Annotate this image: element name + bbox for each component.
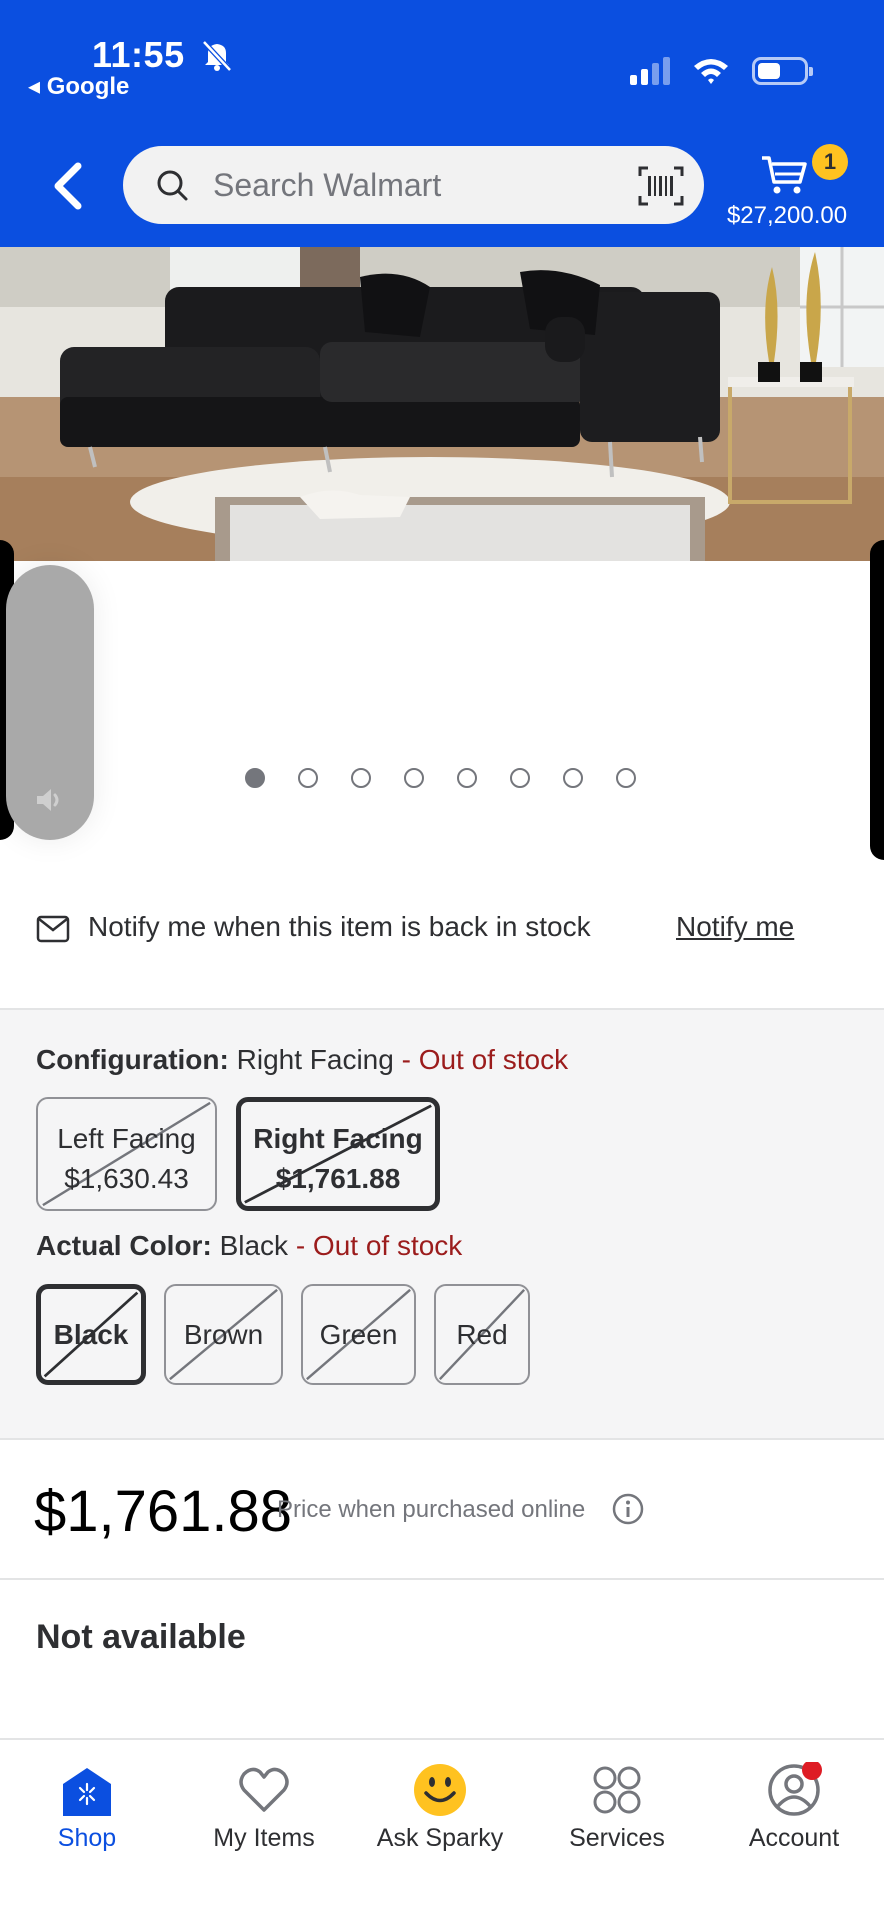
configuration-label-row: Configuration: Right Facing - Out of sto… [36,1044,568,1076]
config-option-left-facing[interactable]: Left Facing $1,630.43 [36,1097,217,1211]
nav-ask-sparky[interactable]: Ask Sparky [360,1762,520,1862]
nav-shop[interactable]: Shop [7,1762,167,1862]
nav-account[interactable]: Account [714,1762,874,1862]
color-option-brown[interactable]: Brown [164,1284,283,1385]
shop-icon [63,1768,111,1816]
barcode-scan-icon[interactable] [638,166,684,206]
status-icons [630,56,813,86]
cart-total: $27,200.00 [726,202,848,229]
color-option-label: Red [456,1319,508,1350]
nav-services[interactable]: Services [537,1762,697,1862]
carousel-dots [245,768,636,788]
color-option-green[interactable]: Green [301,1284,416,1385]
variant-selector: Configuration: Right Facing - Out of sto… [0,1010,884,1440]
carousel-area [0,561,884,861]
sofa-photo [0,247,884,561]
carousel-dot[interactable] [457,768,477,788]
wifi-icon [694,59,728,84]
price-row: $1,761.88 Price when purchased online [0,1440,884,1580]
bell-off-icon [202,40,232,72]
sparky-icon [414,1764,466,1816]
nav-label: Ask Sparky [376,1824,504,1852]
color-option-black[interactable]: Black [36,1284,146,1385]
app-header: 11:55 ◂ Google Search Walmart 1 $27,200.… [0,0,884,247]
back-arrow-icon[interactable] [48,160,88,212]
search-icon [157,170,188,201]
battery-icon [752,57,813,85]
heart-icon [239,1767,289,1812]
carousel-dot[interactable] [616,768,636,788]
configuration-label: Configuration: [36,1044,229,1075]
info-icon[interactable] [612,1493,644,1525]
availability-status: Not available [36,1618,246,1656]
nav-label: Shop [57,1824,117,1852]
carousel-dot[interactable] [510,768,530,788]
status-time: 11:55 [92,34,185,75]
product-price: $1,761.88 [34,1479,293,1544]
signal-icon [630,57,670,85]
carousel-dot[interactable] [298,768,318,788]
config-option-name: Left Facing [57,1123,196,1154]
config-option-price: $1,761.88 [275,1163,401,1194]
cart-count-badge: 1 [812,144,848,180]
cart-button[interactable]: 1 $27,200.00 [722,144,852,234]
color-status: - Out of stock [295,1230,463,1261]
nav-my-items[interactable]: My Items [184,1762,344,1862]
color-option-label: Brown [183,1319,264,1350]
volume-indicator [6,565,94,840]
notify-row: Notify me when this item is back in stoc… [0,900,884,1010]
notify-text: Notify me when this item is back in stoc… [88,911,591,942]
color-option-label: Green [319,1319,398,1350]
carousel-dot[interactable] [245,768,265,788]
notify-me-link[interactable]: Notify me [676,911,794,943]
price-note: Price when purchased online [277,1496,586,1523]
mail-icon [36,915,70,943]
color-label-row: Actual Color: Black - Out of stock [36,1230,462,1262]
carousel-dot[interactable] [563,768,583,788]
carousel-dot[interactable] [404,768,424,788]
config-option-right-facing[interactable]: Right Facing $1,761.88 [236,1097,440,1211]
config-option-price: $1,630.43 [64,1163,189,1194]
nav-label: Services [569,1824,665,1852]
nav-label: My Items [213,1824,315,1852]
product-image[interactable] [0,247,884,561]
nav-label: Account [748,1824,840,1852]
search-input[interactable] [213,164,613,206]
color-value: Black [219,1230,289,1261]
back-to-google-link[interactable]: ◂ Google [28,72,129,101]
speaker-icon [37,789,59,811]
carousel-dot[interactable] [351,768,371,788]
color-label: Actual Color: [36,1230,212,1261]
color-option-label: Black [53,1319,129,1350]
config-option-name: Right Facing [253,1123,423,1154]
bottom-nav: Shop My Items Ask Sparky Services Accoun… [0,1738,884,1920]
account-icon [768,1762,822,1816]
cart-icon [762,156,807,194]
screen-edge-right [870,540,884,860]
notification-dot [802,1762,822,1780]
color-option-red[interactable]: Red [434,1284,530,1385]
services-icon [593,1766,641,1814]
configuration-status: - Out of stock [401,1044,569,1075]
search-bar[interactable] [123,146,704,224]
configuration-value: Right Facing [236,1044,394,1075]
